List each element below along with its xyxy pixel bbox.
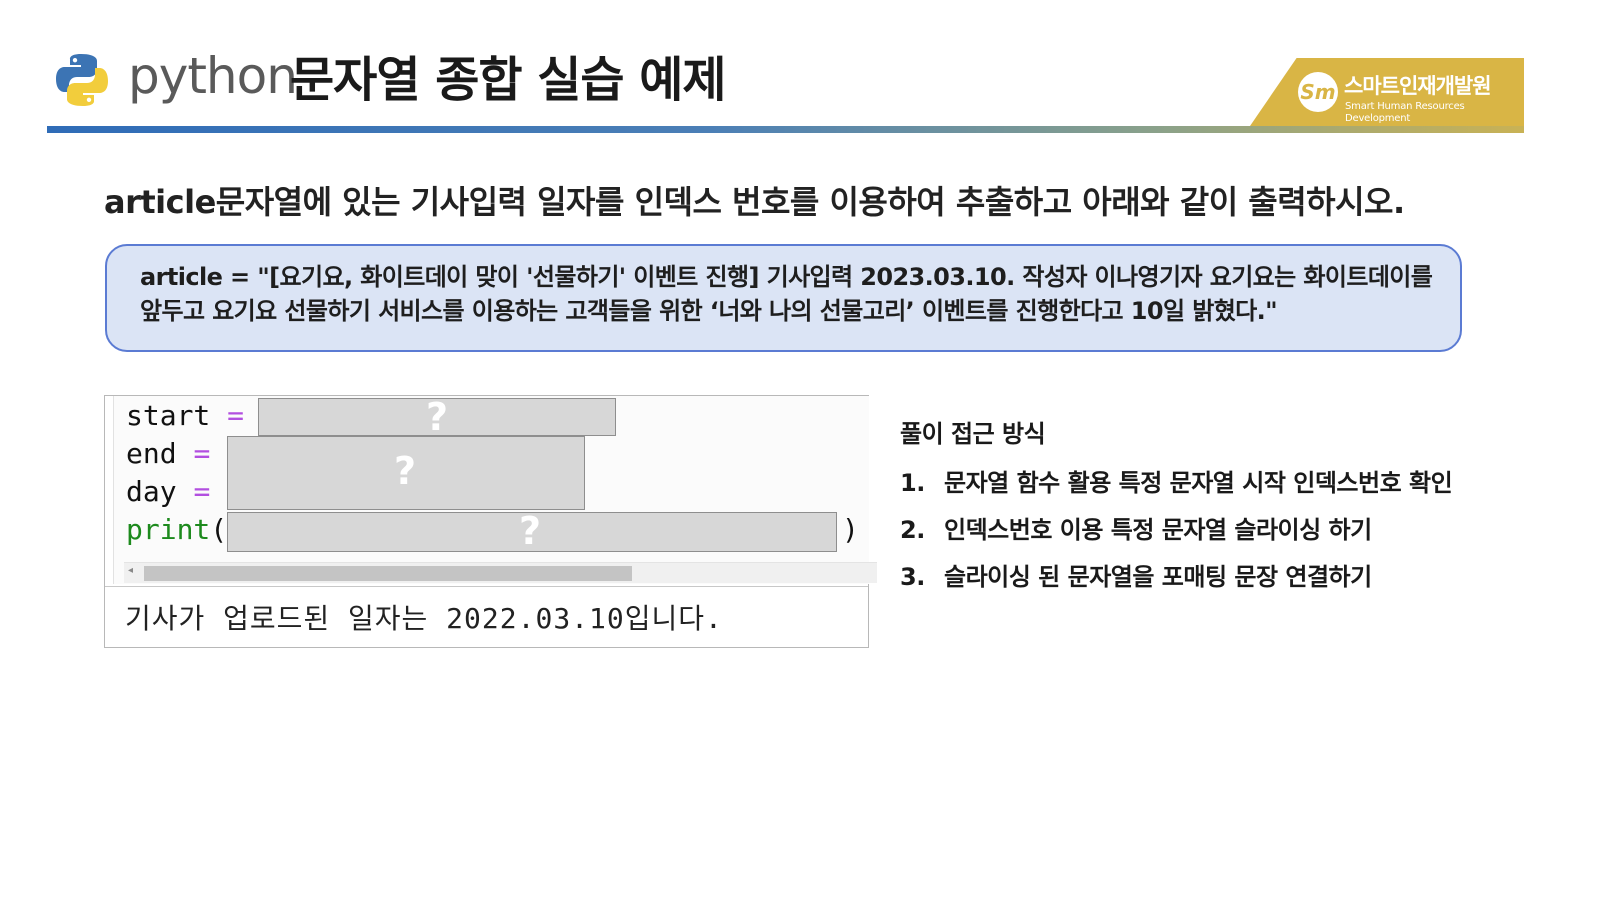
python-wordmark: python bbox=[128, 47, 298, 105]
approach-title: 풀이 접근 방식 bbox=[900, 420, 1046, 448]
step-number: 2. bbox=[900, 516, 925, 544]
output-divider bbox=[105, 586, 868, 587]
code-line-end: end = bbox=[126, 436, 210, 472]
python-logo-icon bbox=[56, 54, 108, 106]
article-string: article = "[요기요, 화이트데이 맞이 '선물하기' 이벤트 진행]… bbox=[140, 263, 1433, 325]
question-text: article문자열에 있는 기사입력 일자를 인덱스 번호를 이용하여 추출하… bbox=[104, 183, 1405, 221]
answer-blank-end-day[interactable]: ? bbox=[227, 436, 585, 510]
page-title: 문자열 종합 실습 예제 bbox=[290, 52, 727, 108]
list-item: 1. 문자열 함수 활용 특정 문자열 시작 인덱스번호 확인 bbox=[900, 460, 1540, 507]
list-item: 3. 슬라이싱 된 문자열을 포매팅 문장 연결하기 bbox=[900, 554, 1540, 601]
question-mark: ? bbox=[519, 509, 542, 553]
question-mark: ? bbox=[394, 449, 417, 493]
step-text: 슬라이싱 된 문자열을 포매팅 문장 연결하기 bbox=[944, 563, 1372, 591]
code-editor: start = ? end = day = ? print( ? ) ◂ bbox=[113, 395, 877, 584]
scroll-left-icon[interactable]: ◂ bbox=[128, 565, 133, 576]
code-var-start: start bbox=[126, 399, 211, 432]
article-box: article = "[요기요, 화이트데이 맞이 '선물하기' 이벤트 진행]… bbox=[105, 244, 1462, 352]
step-text: 문자열 함수 활용 특정 문자열 시작 인덱스번호 확인 bbox=[944, 469, 1453, 497]
horizontal-scrollbar[interactable]: ◂ bbox=[124, 562, 877, 583]
scrollbar-thumb[interactable] bbox=[144, 566, 632, 581]
code-operator: = bbox=[227, 399, 245, 432]
approach-section: 풀이 접근 방식 1. 문자열 함수 활용 특정 문자열 시작 인덱스번호 확인… bbox=[900, 414, 1540, 601]
code-var-day: day bbox=[126, 475, 177, 508]
brand-subtitle: Smart Human Resources Development bbox=[1345, 101, 1465, 124]
approach-steps: 1. 문자열 함수 활용 특정 문자열 시작 인덱스번호 확인 2. 인덱스번호… bbox=[900, 460, 1540, 601]
brand-name: 스마트인재개발원 bbox=[1344, 74, 1492, 98]
code-line-start: start = bbox=[126, 398, 244, 434]
header-divider bbox=[47, 126, 1524, 133]
list-item: 2. 인덱스번호 이용 특정 문자열 슬라이싱 하기 bbox=[900, 507, 1540, 554]
code-line-day: day = bbox=[126, 474, 210, 510]
code-paren-close: ) bbox=[842, 513, 859, 546]
code-output: 기사가 업로드된 일자는 2022.03.10입니다. bbox=[125, 602, 723, 635]
question-mark: ? bbox=[426, 395, 449, 439]
code-var-end: end bbox=[126, 437, 177, 470]
slide-header: python 문자열 종합 실습 예제 Sm 스마트인재개발원 Smart Hu… bbox=[0, 0, 1600, 140]
step-text: 인덱스번호 이용 특정 문자열 슬라이싱 하기 bbox=[944, 516, 1372, 544]
step-number: 1. bbox=[900, 469, 925, 497]
step-number: 3. bbox=[900, 563, 925, 591]
answer-blank-start[interactable]: ? bbox=[258, 395, 616, 439]
code-paren-open: ( bbox=[210, 513, 228, 546]
code-panel: start = ? end = day = ? print( ? ) ◂ 기사가… bbox=[104, 395, 877, 648]
answer-blank-print[interactable]: ? bbox=[227, 509, 837, 553]
code-operator: = bbox=[193, 475, 211, 508]
brand-logo-icon: Sm bbox=[1298, 72, 1338, 112]
brand-banner: Sm 스마트인재개발원 Smart Human Resources Develo… bbox=[1250, 58, 1524, 126]
code-operator: = bbox=[193, 437, 211, 470]
code-func-print: print bbox=[126, 513, 211, 546]
code-line-print: print( bbox=[126, 512, 227, 548]
